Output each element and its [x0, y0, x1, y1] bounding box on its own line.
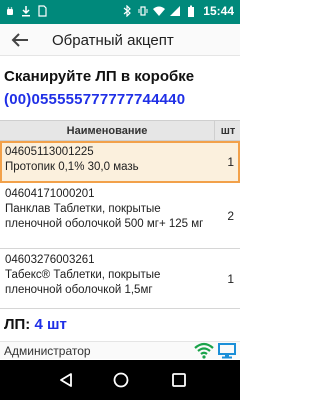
table-row[interactable]: 04604171000201 Панклав Таблетки, покрыты…	[0, 183, 240, 249]
summary-value: 4 шт	[34, 316, 67, 333]
scan-heading: Сканируйте ЛП в коробке	[4, 68, 195, 85]
bluetooth-icon	[123, 5, 132, 17]
item-qty: 1	[227, 154, 234, 169]
table-row[interactable]: 04603276003261 Табекс® Таблетки, покрыты…	[0, 249, 240, 309]
nav-recents-icon[interactable]	[172, 373, 186, 387]
nav-back-icon[interactable]	[58, 372, 74, 388]
user-name: Администратор	[4, 344, 91, 358]
scanned-code: (00)055555777777744440	[4, 91, 186, 108]
item-name: Протопик 0,1% 30,0 мазь	[5, 161, 139, 173]
items-table: Наименование шт 04605113001225 Протопик …	[0, 120, 240, 310]
vibrate-icon	[138, 6, 148, 16]
cell-name: 04605113001225 Протопик 0,1% 30,0 мазь	[0, 141, 215, 179]
item-code: 04605113001225	[5, 146, 94, 158]
page-title: Обратный акцепт	[52, 32, 174, 49]
system-nav-bar	[0, 360, 240, 400]
item-name: Панклав Таблетки, покрытые пленочной обо…	[5, 203, 204, 230]
item-code: 04603276003261	[5, 254, 95, 266]
column-header-name[interactable]: Наименование	[0, 121, 215, 141]
wifi-connected-icon	[194, 342, 214, 359]
signal-icon	[170, 6, 181, 16]
status-bar: 15:44	[0, 0, 240, 24]
cell-name: 04603276003261 Табекс® Таблетки, покрыты…	[0, 249, 215, 302]
status-time: 15:44	[203, 4, 234, 18]
monitor-icon	[218, 343, 236, 359]
cell-name: 04604171000201 Панклав Таблетки, покрыты…	[0, 183, 215, 236]
battery-icon	[188, 5, 195, 17]
column-header-qty[interactable]: шт	[216, 121, 240, 141]
app-toolbar: Обратный акцепт	[0, 24, 240, 56]
nav-home-icon[interactable]	[113, 372, 129, 388]
back-arrow-icon[interactable]	[10, 31, 30, 49]
summary-label: ЛП:	[4, 316, 31, 333]
item-qty: 2	[227, 208, 234, 223]
item-count-summary: ЛП: 4 шт	[4, 316, 67, 333]
item-code: 04604171000201	[5, 188, 95, 200]
table-header: Наименование шт	[0, 121, 240, 141]
android-debug-icon	[7, 7, 13, 15]
sim-icon	[38, 5, 47, 17]
footer-bar: Администратор	[0, 341, 240, 359]
table-row[interactable]: 04605113001225 Протопик 0,1% 30,0 мазь 1	[0, 141, 240, 183]
wifi-icon	[153, 6, 166, 16]
item-qty: 1	[227, 271, 234, 286]
item-name: Табекс® Таблетки, покрытые пленочной обо…	[5, 269, 161, 296]
download-icon	[22, 6, 30, 17]
